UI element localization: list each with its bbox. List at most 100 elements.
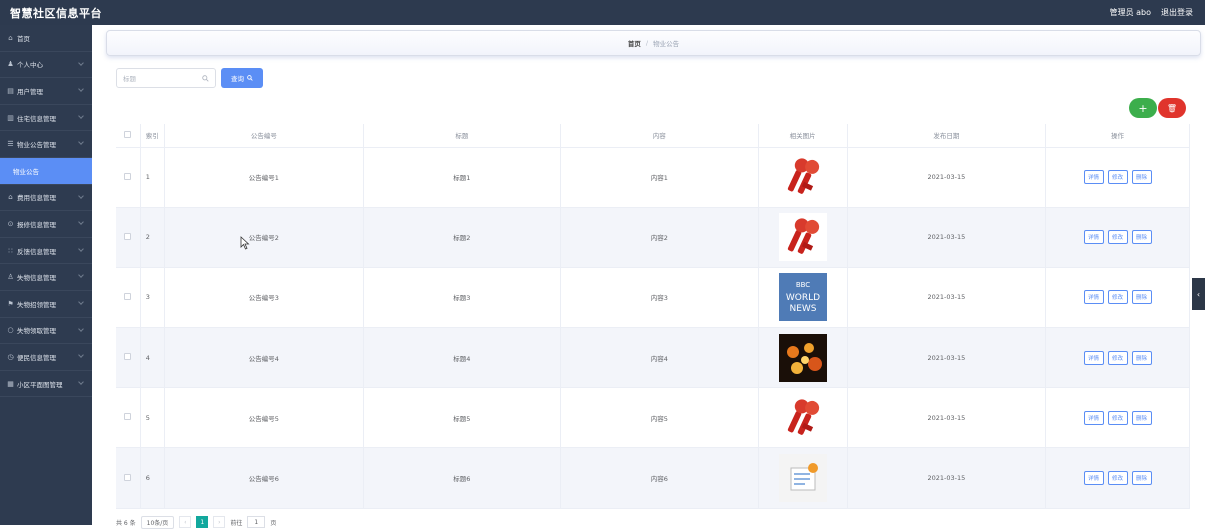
collapse-handle[interactable]: ‹ [1192,278,1205,310]
row-operations: 详情 修改 删除 [1045,267,1190,329]
pager-total: 共 6 条 [116,519,136,527]
sidebar-item-label: 首页 [17,34,30,43]
sidebar-item-12[interactable]: ◷ 便民信息管理 [0,344,92,371]
page-size-select[interactable]: 10条/页 [140,515,175,529]
edit-button[interactable]: 修改 [1107,290,1128,305]
top-bar: 智慧社区信息平台 管理员 abo 退出登录 [0,0,1205,25]
edit-button[interactable]: 修改 [1107,230,1128,245]
delete-button[interactable]: 删除 [1131,410,1152,425]
table-row: 2 公告编号2 标题2 内容2 2021-03-15 详情 修改 删除 [116,207,1190,268]
edit-button[interactable]: 修改 [1107,350,1128,365]
search-button[interactable]: 查询 [221,68,263,88]
sidebar-item-10[interactable]: ⚑ 失物招领管理 [0,291,92,318]
chevron-down-icon [78,272,84,279]
row-checkbox[interactable] [124,353,132,361]
row-title: 标题3 [363,267,562,329]
notice-thumbnail [778,333,827,382]
sidebar-item-9[interactable]: ♙ 失物信息管理 [0,264,92,291]
header-title: 标题 [363,124,562,148]
sidebar-item-5[interactable]: 物业公告 [0,157,92,185]
sidebar-item-7[interactable]: ⊙ 报修信息管理 [0,211,92,238]
map-icon: ▦ [7,379,14,388]
batch-delete-button[interactable]: 🗑 [1158,98,1186,118]
row-index: 1 [140,147,166,208]
row-checkbox[interactable] [124,232,132,240]
sidebar-item-6[interactable]: ⌂ 费用信息管理 [0,185,92,212]
breadcrumb: 首页 / 物业公告 [106,30,1201,56]
select-all-checkbox[interactable] [124,130,132,138]
svg-text:BBC: BBC [795,281,809,289]
row-content: 内容5 [560,387,759,449]
row-checkbox[interactable] [124,473,132,481]
row-index: 2 [140,207,166,268]
delete-button[interactable]: 删除 [1131,290,1152,305]
delete-button[interactable]: 删除 [1131,230,1152,245]
row-checkbox[interactable] [124,413,132,421]
notice-thumbnail [778,393,827,442]
sidebar-item-label: 反馈信息管理 [17,247,56,256]
edit-button[interactable]: 修改 [1107,471,1128,486]
detail-button[interactable]: 详情 [1083,471,1104,486]
notice-table: 索引 公告编号 标题 内容 相关图片 发布日期 操作 1 公告编号1 标题1 内容1 2… [116,124,1190,509]
row-image [758,447,848,509]
search-input[interactable]: 标题 [116,68,216,88]
sidebar: ⌂ 首页 ♟ 个人中心 ▤ 用户管理 ▥ 住宅信息管理 ☰ 物业公告管理 物业公告 ⌂ 费用信息管理 ⊙ 报… [0,25,92,525]
sidebar-item-4[interactable]: ☰ 物业公告管理 [0,131,92,158]
delete-button[interactable]: 删除 [1131,350,1152,365]
notice-thumbnail: BBC WORLD NEWS [778,273,827,322]
page-unit-label: 页 [270,519,277,527]
row-operations: 详情 修改 删除 [1045,387,1190,449]
detail-button[interactable]: 详情 [1083,350,1104,365]
row-checkbox[interactable] [124,292,132,300]
sidebar-item-13[interactable]: ▦ 小区平面图管理 [0,371,92,398]
chevron-down-icon [78,192,84,199]
header-date: 发布日期 [847,124,1047,148]
add-button[interactable]: + [1129,98,1157,118]
breadcrumb-home[interactable]: 首页 [628,38,641,48]
repair-icon: ⊙ [7,219,14,228]
table-row: 1 公告编号1 标题1 内容1 2021-03-15 详情 修改 删除 [116,147,1190,208]
row-select-cell [116,147,141,208]
detail-button[interactable]: 详情 [1083,410,1104,425]
home-icon: ⌂ [8,33,13,42]
row-image [758,147,848,208]
sidebar-item-8[interactable]: ∷ 反馈信息管理 [0,238,92,265]
page-number-current[interactable]: 1 [196,516,209,528]
detail-button[interactable]: 详情 [1083,170,1104,185]
chevron-down-icon [78,59,84,66]
mouse-cursor-icon [240,236,250,250]
edit-button[interactable]: 修改 [1107,170,1128,185]
goto-page-input[interactable]: 1 [247,516,266,528]
next-page-button[interactable]: › [213,516,226,528]
edit-button[interactable]: 修改 [1107,410,1128,425]
row-operations: 详情 修改 删除 [1045,207,1190,268]
main-content: 首页 / 物业公告 标题 查询 + 🗑 索引 公告编号 标题 内容 相关图片 发… [92,25,1205,529]
row-notice-no: 公告编号1 [164,147,364,208]
row-notice-no: 公告编号4 [164,327,364,389]
sidebar-item-3[interactable]: ▥ 住宅信息管理 [0,105,92,132]
row-operations: 详情 修改 删除 [1045,447,1190,509]
delete-button[interactable]: 删除 [1131,170,1152,185]
row-select-cell [116,267,141,329]
row-index: 3 [140,267,166,329]
detail-button[interactable]: 详情 [1083,230,1104,245]
row-select-cell [116,387,141,449]
detail-button[interactable]: 详情 [1083,290,1104,305]
sidebar-item-0[interactable]: ⌂ 首页 [0,25,92,52]
sidebar-item-2[interactable]: ▤ 用户管理 [0,78,92,105]
feedback-icon: ∷ [8,246,13,255]
search-placeholder: 标题 [123,75,136,83]
row-date: 2021-03-15 [847,207,1047,268]
header-image: 相关图片 [758,124,848,148]
sidebar-item-1[interactable]: ♟ 个人中心 [0,52,92,79]
users-icon: ▤ [7,86,14,95]
logout-link[interactable]: 退出登录 [1161,7,1193,18]
row-date: 2021-03-15 [847,327,1047,389]
breadcrumb-separator: / [645,39,649,47]
delete-button[interactable]: 删除 [1131,471,1152,486]
row-content: 内容2 [560,207,759,268]
prev-page-button[interactable]: ‹ [179,516,192,528]
row-checkbox[interactable] [124,172,132,180]
search-button-label: 查询 [231,75,244,83]
sidebar-item-11[interactable]: ○ 失物领取管理 [0,318,92,345]
